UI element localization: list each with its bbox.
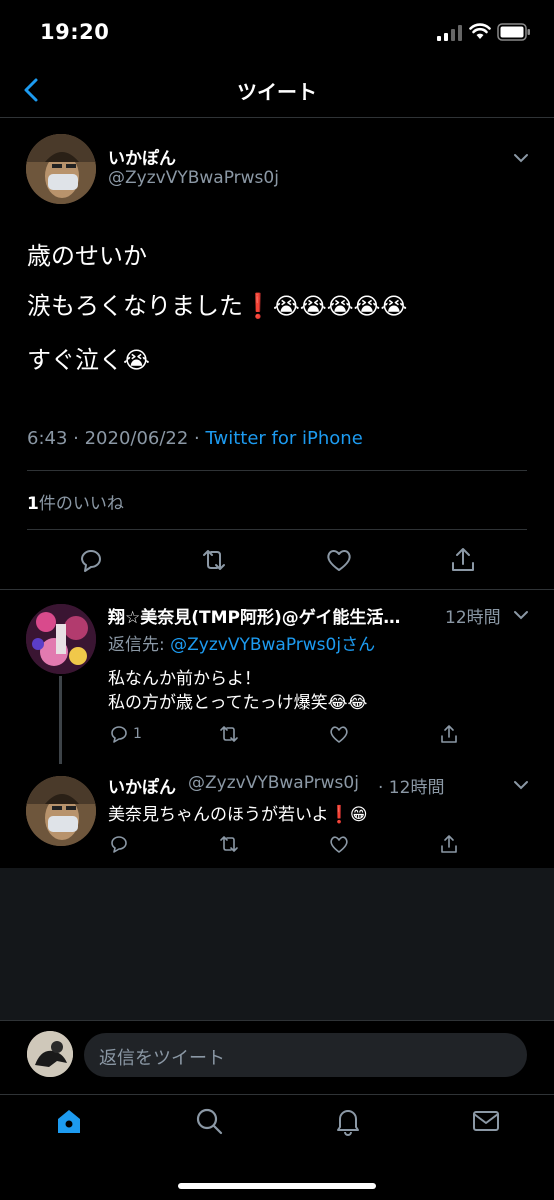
tweet-text-segment: 涙もろくなりました: [27, 292, 243, 320]
chevron-down-icon[interactable]: [512, 609, 530, 621]
retweet-icon[interactable]: [218, 833, 240, 855]
author-name[interactable]: いかぽん: [108, 144, 176, 169]
divider: [27, 529, 527, 530]
tweet-text-line: 歳のせいか: [27, 242, 147, 270]
like-heart-icon[interactable]: [328, 723, 350, 745]
timestamp-text: 6:43 · 2020/06/22 ·: [27, 428, 206, 449]
home-icon[interactable]: [54, 1106, 84, 1136]
reply-icon[interactable]: [108, 723, 130, 745]
reply-text-segment: 私の方が歳とってたっけ爆笑: [108, 693, 328, 713]
reply-text-segment: 美奈見ちゃんのほうが若いよ: [108, 805, 329, 825]
thread-connector-line: [59, 676, 62, 764]
reply-input-placeholder: 返信をツイート: [99, 1048, 225, 1069]
divider: [27, 470, 527, 471]
like-heart-icon[interactable]: [328, 833, 350, 855]
reply-time: · 12時間: [378, 778, 445, 798]
wifi-icon: [469, 23, 491, 39]
tweet-text-line: すぐ泣く😭: [27, 340, 150, 375]
avatar[interactable]: [26, 604, 96, 674]
share-icon[interactable]: [438, 723, 460, 745]
reply-icon[interactable]: [108, 833, 130, 855]
retweet-icon[interactable]: [199, 545, 229, 575]
avatar[interactable]: [26, 134, 96, 204]
reply-icon[interactable]: [76, 545, 106, 575]
reply-count: 1: [133, 726, 142, 742]
divider: [0, 589, 554, 590]
status-bar: 19:20: [0, 0, 554, 62]
crying-face-emoji: 😭: [123, 348, 150, 374]
search-icon[interactable]: [194, 1106, 224, 1136]
page-title: ツイート: [237, 80, 317, 104]
crying-face-emoji: 😭😭😭😭😭: [272, 294, 408, 320]
reply-text-line: 私なんか前からよ！: [108, 669, 261, 689]
messages-envelope-icon[interactable]: [471, 1106, 501, 1136]
home-indicator: [178, 1183, 376, 1189]
tweet-timestamp: 6:43 · 2020/06/22 · Twitter for iPhone: [27, 428, 363, 449]
chevron-down-icon[interactable]: [512, 779, 530, 791]
share-icon[interactable]: [448, 545, 478, 575]
chevron-down-icon[interactable]: [512, 152, 530, 164]
reply-time: 12時間: [445, 608, 501, 628]
battery-icon: [497, 23, 530, 41]
reply-text-line: 美奈見ちゃんのほうが若いよ❗😁: [108, 800, 368, 825]
reply-to-line: 返信先: @ZyzvVYBwaPrws0jさん: [108, 630, 375, 655]
likes-label: 件のいいね: [38, 494, 124, 514]
reply-to-prefix: 返信先:: [108, 635, 171, 655]
reply-author-name[interactable]: 翔☆美奈見(TMP阿形)@ゲイ能生活…: [108, 603, 400, 628]
share-icon[interactable]: [438, 833, 460, 855]
exclamation-emoji: ❗: [328, 805, 350, 825]
like-heart-icon[interactable]: [324, 545, 354, 575]
status-time: 19:20: [40, 20, 110, 44]
tweet-text-segment: すぐ泣く: [27, 346, 123, 374]
tweet-text-line: 涙もろくなりました❗😭😭😭😭😭: [27, 286, 407, 321]
likes-number: 1: [27, 494, 39, 514]
reply-author-name[interactable]: いかぽん: [108, 773, 176, 798]
grinning-face-emoji: 😁: [349, 805, 368, 825]
client-link[interactable]: Twitter for iPhone: [206, 428, 363, 449]
exclamation-emoji: ❗: [243, 292, 273, 320]
reply-author-handle[interactable]: @ZyzvVYBwaPrws0j: [188, 773, 359, 793]
notifications-bell-icon[interactable]: [333, 1106, 363, 1136]
cellular-signal-icon: [437, 25, 462, 41]
reply-input[interactable]: 返信をツイート: [84, 1033, 527, 1077]
nav-bar: ツイート: [0, 62, 554, 118]
likes-count[interactable]: 1件のいいね: [27, 489, 124, 514]
retweet-icon[interactable]: [218, 723, 240, 745]
avatar[interactable]: [26, 776, 96, 846]
reply-text-line: 私の方が歳とってたっけ爆笑😂😂: [108, 688, 367, 713]
avatar: [27, 1031, 73, 1077]
reply-to-handle-link[interactable]: @ZyzvVYBwaPrws0jさん: [170, 635, 375, 655]
laughing-tears-emoji: 😂😂: [327, 693, 368, 713]
author-handle[interactable]: @ZyzvVYBwaPrws0j: [108, 168, 279, 188]
